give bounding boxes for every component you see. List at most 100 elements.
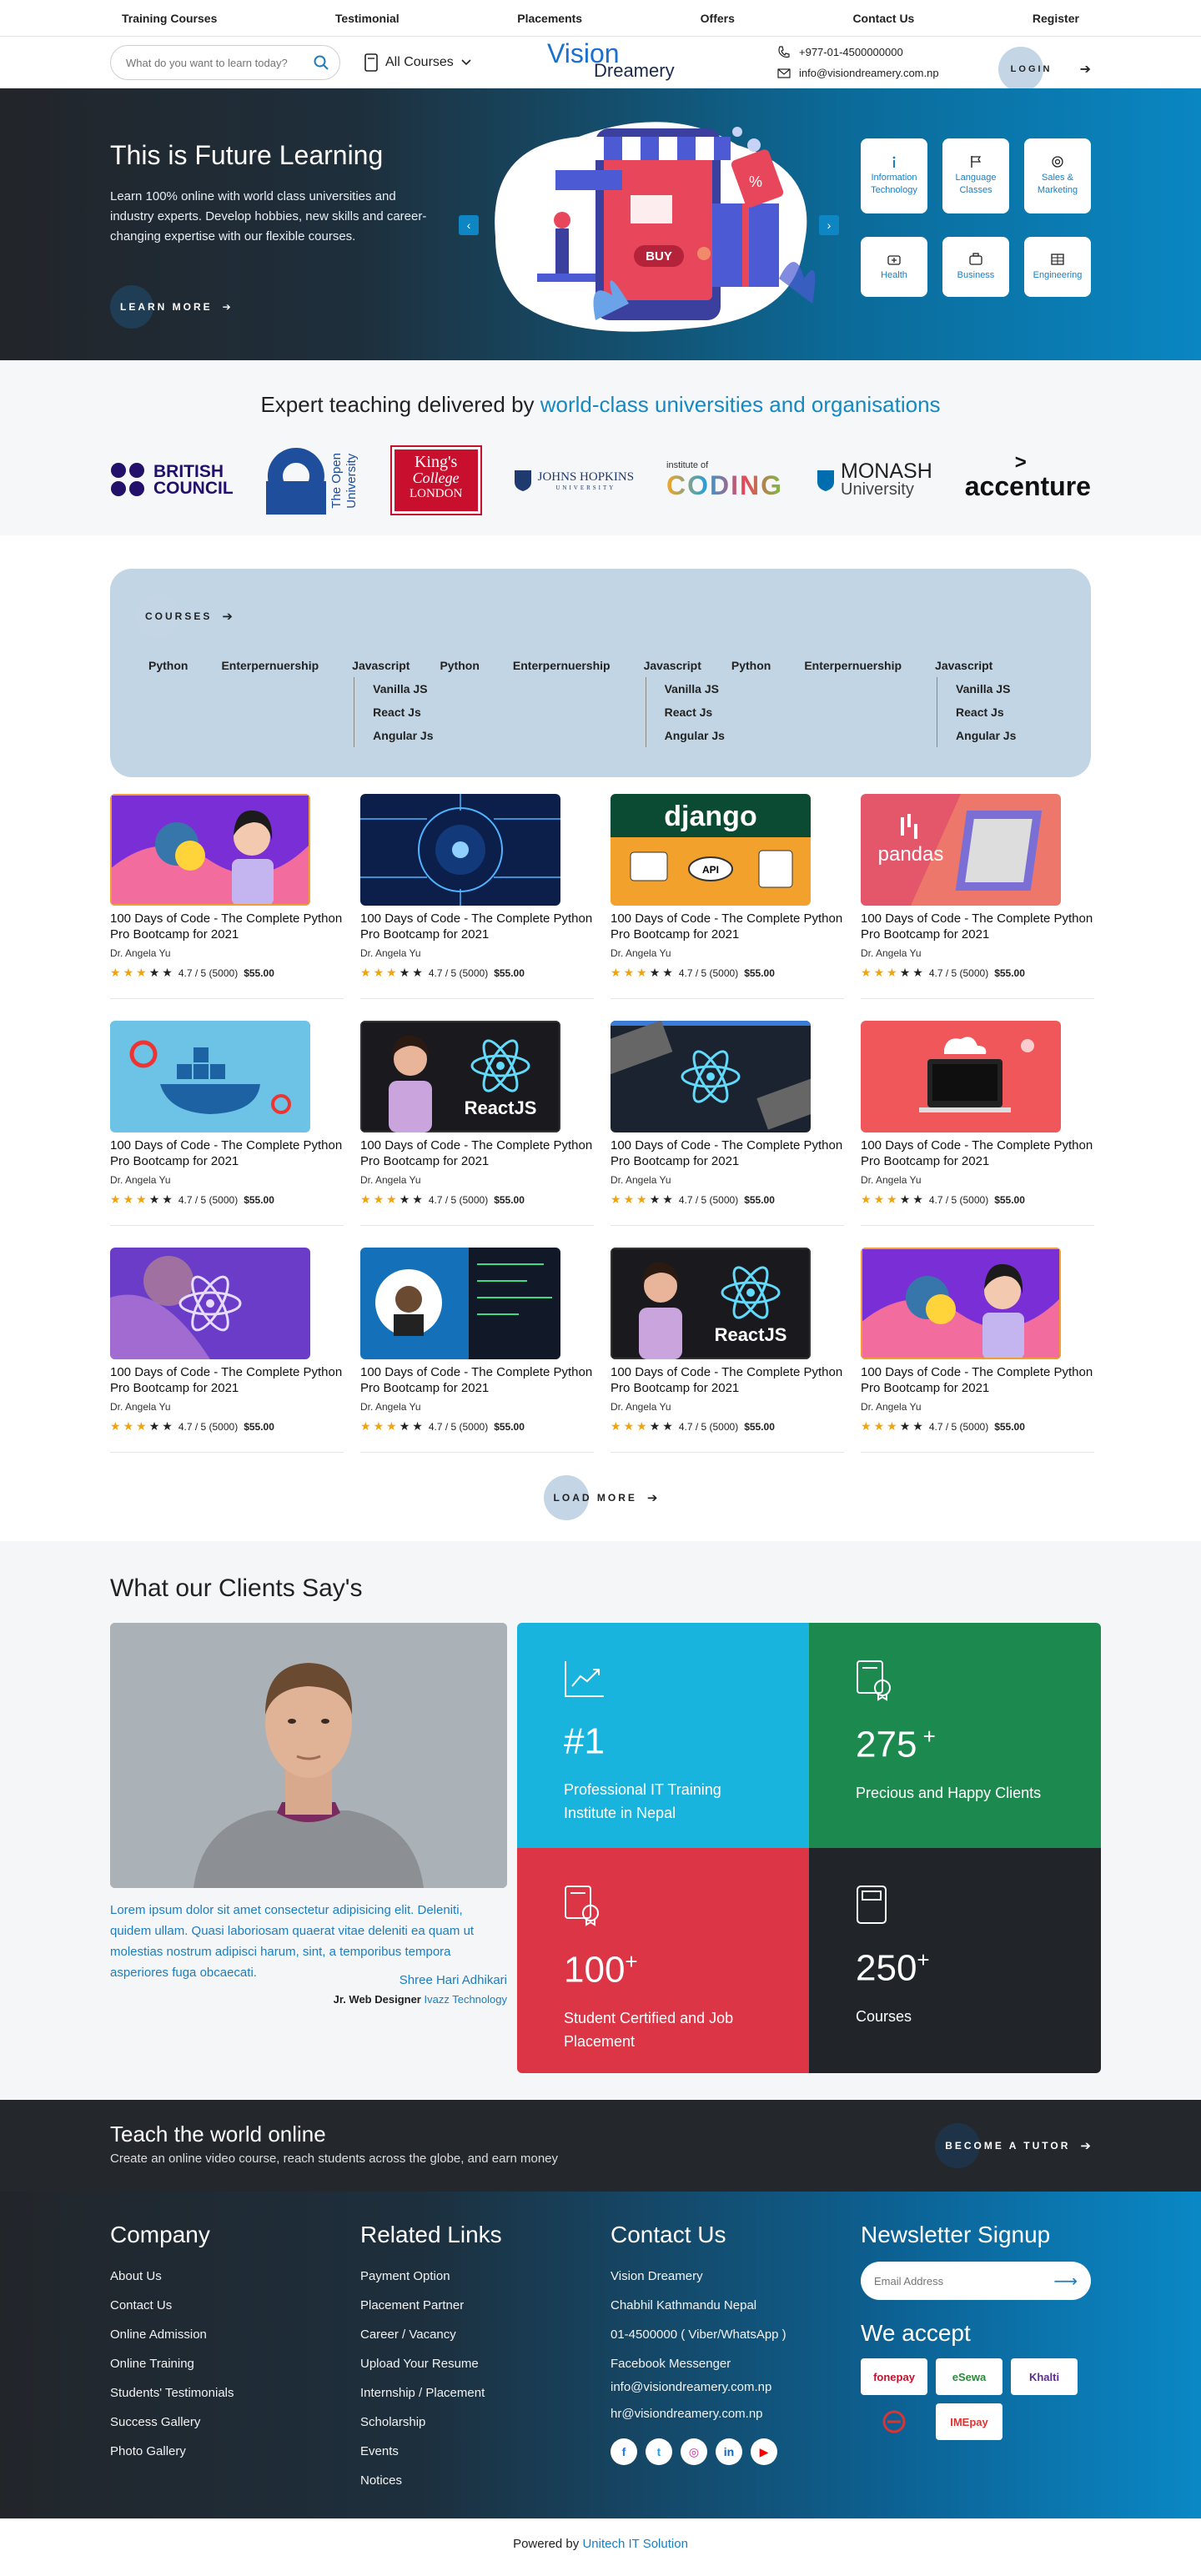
facebook-icon[interactable]: f <box>611 2438 637 2465</box>
open-university-logo[interactable]: The Open University <box>265 446 359 515</box>
menu-javascript[interactable]: Javascript Vanilla JS React Js Angular Js <box>935 659 1016 747</box>
courses-button[interactable]: COURSES ➔ <box>135 594 233 639</box>
course-card[interactable]: 100 Days of Code - The Complete Python P… <box>861 1021 1094 1226</box>
nav-placements[interactable]: Placements <box>517 12 582 25</box>
monash-logo[interactable]: MONASH University <box>816 461 932 499</box>
nav-contact-us[interactable]: Contact Us <box>852 12 914 25</box>
course-card[interactable]: 100 Days of Code - The Complete Python P… <box>861 1248 1094 1453</box>
category-information-technology[interactable]: Information Technology <box>861 138 927 213</box>
course-thumbnail[interactable]: django API <box>611 794 811 906</box>
login-button[interactable]: LOGIN ➔ <box>997 47 1091 92</box>
footer-link[interactable]: Placement Partner <box>360 2291 594 2320</box>
british-council-logo[interactable]: BRITISH COUNCIL <box>110 462 234 499</box>
category-language-classes[interactable]: Language Classes <box>942 138 1009 213</box>
course-thumbnail[interactable] <box>110 1248 310 1359</box>
course-card[interactable]: ReactJS 100 Days of Code - The Complete P… <box>360 1021 594 1226</box>
course-title[interactable]: 100 Days of Code - The Complete Python P… <box>861 1137 1094 1169</box>
course-card[interactable]: ReactJS 100 Days of Code - The Complete P… <box>611 1248 844 1453</box>
nav-training-courses[interactable]: Training Courses <box>122 12 217 25</box>
institute-of-coding-logo[interactable]: institute of CODING <box>666 460 783 501</box>
course-card[interactable]: 100 Days of Code - The Complete Python P… <box>611 1021 844 1226</box>
submenu-react-js[interactable]: React Js <box>956 700 1016 724</box>
carousel-next-button[interactable]: › <box>819 215 839 235</box>
contact-line[interactable]: 01-4500000 ( Viber/WhatsApp ) <box>611 2320 844 2349</box>
course-title[interactable]: 100 Days of Code - The Complete Python P… <box>110 1137 344 1169</box>
course-title[interactable]: 100 Days of Code - The Complete Python P… <box>110 911 344 942</box>
johns-hopkins-logo[interactable]: JOHNS HOPKINS UNIVERSITY <box>513 469 634 492</box>
menu-enterpernuership[interactable]: Enterpernuership <box>804 659 902 672</box>
instagram-icon[interactable]: ◎ <box>681 2438 707 2465</box>
menu-python[interactable]: Python <box>148 659 188 672</box>
submenu-angular-js[interactable]: Angular Js <box>665 724 725 747</box>
header-email[interactable]: info@visiondreamery.com.np <box>799 63 939 83</box>
footer-link[interactable]: Internship / Placement <box>360 2378 594 2408</box>
submenu-vanilla-js[interactable]: Vanilla JS <box>373 677 433 700</box>
submenu-vanilla-js[interactable]: Vanilla JS <box>665 677 725 700</box>
learn-more-button[interactable]: LEARN MORE ➔ <box>110 285 231 329</box>
contact-line[interactable]: info@visiondreamery.com.np <box>611 2376 844 2399</box>
course-thumbnail[interactable] <box>611 1021 811 1132</box>
submenu-vanilla-js[interactable]: Vanilla JS <box>956 677 1016 700</box>
twitter-icon[interactable]: t <box>646 2438 672 2465</box>
contact-line[interactable]: hr@visiondreamery.com.np <box>611 2399 844 2428</box>
newsletter-email-input[interactable] <box>874 2274 1054 2287</box>
header-phone[interactable]: +977-01-4500000000 <box>799 42 903 63</box>
course-title[interactable]: 100 Days of Code - The Complete Python P… <box>110 1364 344 1396</box>
footer-link[interactable]: Online Training <box>110 2349 344 2378</box>
course-title[interactable]: 100 Days of Code - The Complete Python P… <box>861 911 1094 942</box>
menu-enterpernuership[interactable]: Enterpernuership <box>513 659 611 672</box>
course-card[interactable]: 100 Days of Code - The Complete Python P… <box>360 1248 594 1453</box>
course-title[interactable]: 100 Days of Code - The Complete Python P… <box>611 911 844 942</box>
become-tutor-button[interactable]: BECOME A TUTOR ➔ <box>935 2123 1091 2168</box>
role-company[interactable]: Ivazz Technology <box>425 1993 508 2006</box>
course-title[interactable]: 100 Days of Code - The Complete Python P… <box>360 911 594 942</box>
course-thumbnail[interactable] <box>861 1021 1061 1132</box>
course-card[interactable]: pandas 100 Days of Code - The Complete Py… <box>861 794 1094 999</box>
course-card[interactable]: 100 Days of Code - The Complete Python P… <box>360 794 594 999</box>
load-more-button[interactable]: LOAD MORE ➔ <box>543 1473 657 1523</box>
footer-link[interactable]: Contact Us <box>110 2291 344 2320</box>
linkedin-icon[interactable]: in <box>716 2438 742 2465</box>
course-thumbnail[interactable] <box>360 794 560 906</box>
course-title[interactable]: 100 Days of Code - The Complete Python P… <box>861 1364 1094 1396</box>
course-thumbnail[interactable] <box>110 1021 310 1132</box>
course-card[interactable]: 100 Days of Code - The Complete Python P… <box>110 1248 344 1453</box>
footer-link[interactable]: Payment Option <box>360 2262 594 2291</box>
footer-link[interactable]: Events <box>360 2437 594 2466</box>
search-icon[interactable] <box>313 54 329 71</box>
menu-enterpernuership[interactable]: Enterpernuership <box>221 659 319 672</box>
submenu-angular-js[interactable]: Angular Js <box>956 724 1016 747</box>
footer-link[interactable]: Career / Vacancy <box>360 2320 594 2349</box>
course-card[interactable]: 100 Days of Code - The Complete Python P… <box>110 1021 344 1226</box>
course-title[interactable]: 100 Days of Code - The Complete Python P… <box>611 1364 844 1396</box>
menu-python[interactable]: Python <box>731 659 771 672</box>
carousel-prev-button[interactable]: ‹ <box>459 215 479 235</box>
contact-line[interactable]: Facebook Messenger <box>611 2353 844 2376</box>
course-title[interactable]: 100 Days of Code - The Complete Python P… <box>360 1137 594 1169</box>
nav-testimonial[interactable]: Testimonial <box>335 12 399 25</box>
course-card[interactable]: 100 Days of Code - The Complete Python P… <box>110 794 344 999</box>
submenu-react-js[interactable]: React Js <box>665 700 725 724</box>
footer-link[interactable]: Upload Your Resume <box>360 2349 594 2378</box>
category-business[interactable]: Business <box>942 237 1009 297</box>
submenu-angular-js[interactable]: Angular Js <box>373 724 433 747</box>
submenu-react-js[interactable]: React Js <box>373 700 433 724</box>
nav-register[interactable]: Register <box>1033 12 1079 25</box>
footer-link[interactable]: Scholarship <box>360 2408 594 2437</box>
category-engineering[interactable]: Engineering <box>1024 237 1091 297</box>
accenture-logo[interactable]: > accenture <box>965 451 1091 502</box>
site-logo[interactable]: Vision Dreamery <box>547 38 681 85</box>
course-thumbnail[interactable]: pandas <box>861 794 1061 906</box>
course-thumbnail[interactable] <box>110 794 310 906</box>
all-courses-dropdown[interactable]: All Courses <box>364 53 472 72</box>
menu-python[interactable]: Python <box>440 659 479 672</box>
course-thumbnail[interactable] <box>360 1248 560 1359</box>
menu-javascript[interactable]: Javascript Vanilla JS React Js Angular Js <box>352 659 434 747</box>
course-card[interactable]: django API 100 Days of Code - The Complete… <box>611 794 844 999</box>
course-thumbnail[interactable]: ReactJS <box>360 1021 560 1132</box>
category-sales-marketing[interactable]: Sales & Marketing <box>1024 138 1091 213</box>
footer-link[interactable]: Notices <box>360 2466 594 2495</box>
kings-college-logo[interactable]: King's College LONDON <box>389 445 482 515</box>
footer-link[interactable]: Online Admission <box>110 2320 344 2349</box>
powered-company[interactable]: Unitech IT Solution <box>582 2537 687 2551</box>
